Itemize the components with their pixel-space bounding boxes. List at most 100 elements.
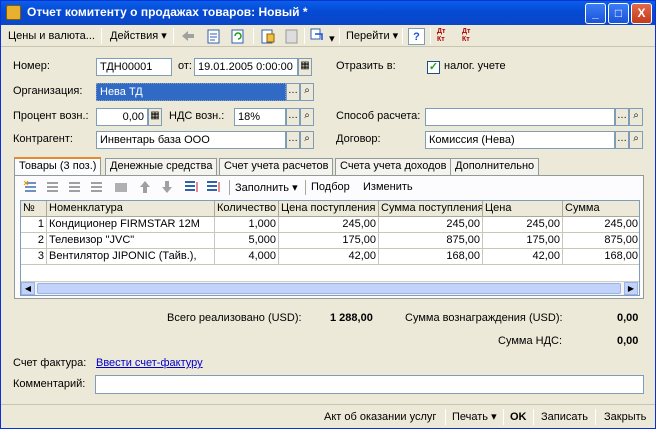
table-cell[interactable]: Вентилятор JIPONIC (Тайв.), (47, 249, 215, 265)
select-items-button[interactable]: Подбор (311, 181, 350, 193)
table-cell[interactable]: 3 (21, 249, 47, 265)
table-cell[interactable]: 245,00 (379, 217, 483, 233)
add-row-icon[interactable] (23, 180, 39, 194)
column-header[interactable]: Цена (483, 201, 563, 217)
tab-goods[interactable]: Товары (3 поз.) (14, 157, 102, 176)
table-cell[interactable]: 245,00 (483, 217, 563, 233)
actions-menu[interactable]: Действия ▾ (107, 28, 170, 45)
table-cell[interactable]: 875,00 (563, 233, 639, 249)
table-cell[interactable]: 168,00 (379, 249, 483, 265)
tab-settlement-account[interactable]: Счет учета расчетов (219, 158, 334, 175)
toolbar-separator (304, 28, 305, 44)
scrollbar-thumb[interactable] (37, 283, 621, 294)
payment-method-field[interactable] (425, 108, 615, 126)
edit-row-icon[interactable] (67, 180, 83, 194)
unpost-document-icon[interactable] (283, 28, 301, 45)
ok-button[interactable]: OK (510, 409, 527, 426)
maximize-button[interactable]: □ (608, 3, 629, 24)
change-button[interactable]: Изменить (363, 181, 413, 193)
table-cell[interactable]: 1,000 (215, 217, 279, 233)
table-cell[interactable]: Кондиционер FIRMSTAR 12M (47, 217, 215, 233)
table-cell[interactable]: 4,000 (215, 249, 279, 265)
search-icon[interactable]: ⌕ (629, 108, 643, 126)
hierarchy-icon (310, 28, 323, 40)
number-label: Номер: (13, 60, 50, 72)
act-of-services-button[interactable]: Акт об оказании услуг (324, 409, 436, 426)
goods-table[interactable]: № Номенклатура Количество Цена поступлен… (20, 200, 640, 296)
column-header[interactable]: Количество (215, 201, 279, 217)
document-view-icon[interactable] (205, 28, 223, 45)
sort-descending-icon[interactable] (205, 180, 221, 194)
number-field[interactable]: ТДН00001 (96, 58, 172, 76)
search-icon[interactable]: ⌕ (300, 108, 314, 126)
sort-ascending-icon[interactable] (183, 180, 199, 194)
toolbar-separator (339, 28, 340, 44)
table-cell[interactable]: 5,000 (215, 233, 279, 249)
select-button[interactable]: … (286, 131, 300, 149)
table-cell[interactable]: 245,00 (279, 217, 379, 233)
arrow-back-icon[interactable] (179, 28, 197, 45)
column-header[interactable]: Сумма (563, 201, 639, 217)
prices-currency-button[interactable]: Цены и валюта... (5, 28, 98, 45)
column-header[interactable]: № (21, 201, 47, 217)
column-header[interactable]: Номенклатура (47, 201, 215, 217)
dt-kt-movements-icon[interactable]: Дт Кт (434, 28, 454, 45)
calendar-icon[interactable]: ▦ (298, 58, 312, 76)
scroll-left-icon[interactable]: ◀ (21, 282, 35, 295)
move-down-icon[interactable] (159, 180, 175, 194)
minimize-button[interactable]: _ (585, 3, 606, 24)
table-cell[interactable]: Телевизор "JVC" (47, 233, 215, 249)
delete-row-icon[interactable] (89, 180, 105, 194)
title-bar[interactable]: Отчет комитенту о продажах товаров: Новы… (1, 1, 655, 25)
select-button[interactable]: … (286, 83, 300, 101)
contract-field[interactable]: Комиссия (Нева) (425, 131, 615, 149)
tab-money[interactable]: Денежные средства (105, 158, 218, 175)
contractor-field[interactable]: Инвентарь база ООО (96, 131, 286, 149)
organization-field[interactable]: Нева ТД (96, 83, 286, 101)
close-button[interactable]: Закрыть (604, 409, 646, 426)
search-icon[interactable]: ⌕ (300, 83, 314, 101)
table-cell[interactable]: 875,00 (379, 233, 483, 249)
create-invoice-link[interactable]: Ввести счет-фактуру (96, 357, 203, 369)
document-icon (6, 5, 21, 20)
help-button[interactable]: ? (408, 28, 425, 45)
percent-field[interactable]: 0,00 (96, 108, 148, 126)
comment-field[interactable] (95, 375, 644, 394)
search-icon[interactable]: ⌕ (300, 131, 314, 149)
tab-income-accounts[interactable]: Счета учета доходов (335, 158, 452, 175)
table-cell[interactable]: 168,00 (563, 249, 639, 265)
select-button[interactable]: … (615, 131, 629, 149)
finish-edit-icon[interactable] (113, 180, 129, 194)
copy-row-icon[interactable] (45, 180, 61, 194)
date-field[interactable]: 19.01.2005 0:00:00 (194, 58, 298, 76)
print-menu[interactable]: Печать ▾ (452, 409, 497, 426)
post-document-icon[interactable] (259, 28, 277, 45)
table-cell[interactable]: 42,00 (279, 249, 379, 265)
save-button[interactable]: Записать (541, 409, 588, 426)
chevron-down-icon: ▾ (491, 411, 497, 423)
table-cell[interactable]: 245,00 (563, 217, 639, 233)
select-button[interactable]: … (615, 108, 629, 126)
tax-accounting-checkbox[interactable]: ✓ (427, 61, 440, 74)
structure-menu[interactable]: ▾ (307, 28, 338, 45)
table-cell[interactable]: 42,00 (483, 249, 563, 265)
select-button[interactable]: … (286, 108, 300, 126)
close-window-button[interactable]: X (631, 3, 652, 24)
move-up-icon[interactable] (137, 180, 153, 194)
tab-additional[interactable]: Дополнительно (450, 158, 540, 175)
dt-kt-tax-movements-icon[interactable]: Дт Кт (459, 28, 479, 45)
vat-field[interactable]: 18% (234, 108, 286, 126)
calculator-icon[interactable]: ▦ (148, 108, 162, 126)
table-cell[interactable]: 2 (21, 233, 47, 249)
column-header[interactable]: Сумма поступления (379, 201, 483, 217)
column-header[interactable]: Цена поступления (279, 201, 379, 217)
refresh-icon[interactable] (229, 28, 247, 45)
table-cell[interactable]: 175,00 (483, 233, 563, 249)
goto-menu[interactable]: Перейти ▾ (343, 28, 401, 45)
table-cell[interactable]: 1 (21, 217, 47, 233)
scroll-right-icon[interactable]: ▶ (624, 282, 638, 295)
fill-menu[interactable]: Заполнить ▾ (235, 181, 298, 194)
search-icon[interactable]: ⌕ (629, 131, 643, 149)
horizontal-scrollbar[interactable]: ◀ ▶ (21, 281, 639, 295)
table-cell[interactable]: 175,00 (279, 233, 379, 249)
